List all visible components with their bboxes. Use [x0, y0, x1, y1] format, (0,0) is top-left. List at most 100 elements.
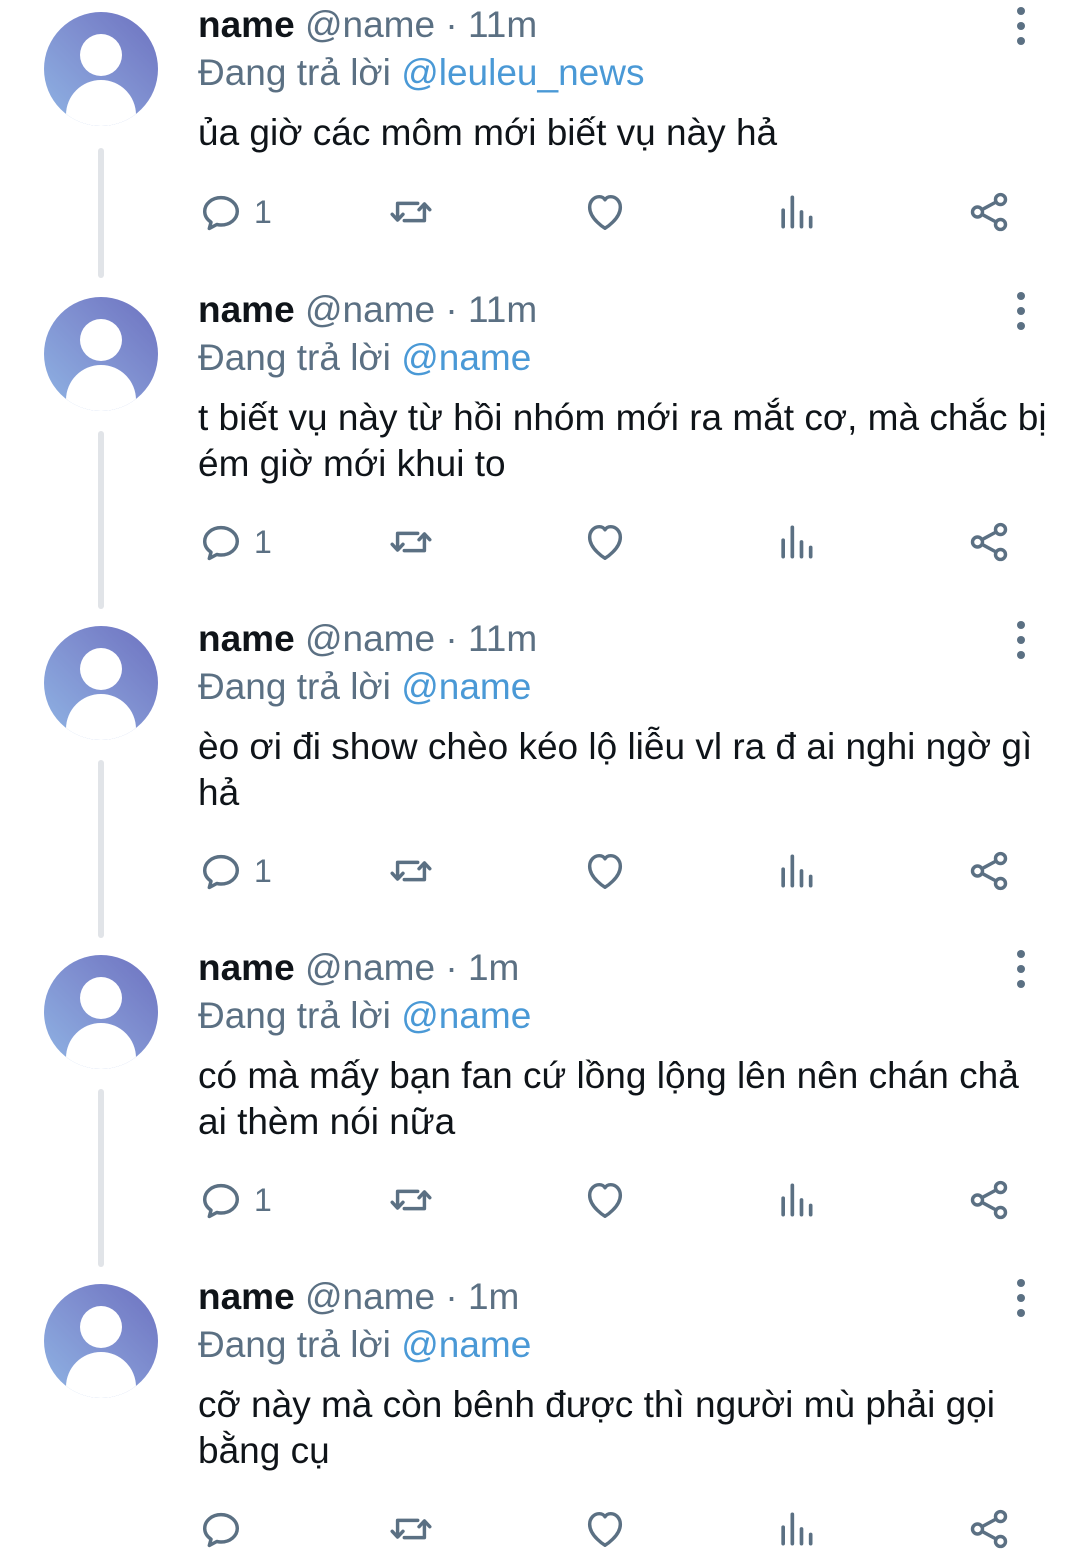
retweet-button[interactable]: [386, 848, 436, 894]
author-name[interactable]: name: [198, 1276, 295, 1317]
reply-button[interactable]: 1: [198, 848, 272, 894]
replying-to-mention[interactable]: @name: [401, 337, 531, 378]
timestamp[interactable]: 1m: [468, 947, 519, 988]
heart-icon: [582, 1177, 628, 1223]
tweet[interactable]: name @name · 11m Đang trả lời @leuleu_ne…: [0, 0, 1080, 290]
replying-to: Đang trả lời @name: [198, 335, 531, 381]
reply-button[interactable]: 1: [198, 189, 272, 235]
timestamp[interactable]: 11m: [468, 4, 537, 45]
speech-bubble-icon: [198, 189, 244, 235]
tweet-header: name @name · 1m: [198, 1274, 519, 1320]
tweet[interactable]: name @name · 1m Đang trả lời @name cỡ nà…: [0, 1272, 1080, 1556]
avatar[interactable]: [44, 1284, 158, 1398]
retweet-icon: [386, 519, 436, 565]
retweet-button[interactable]: [386, 189, 436, 235]
speech-bubble-icon: [198, 1177, 244, 1223]
like-button[interactable]: [582, 848, 628, 894]
separator-dot: ·: [445, 289, 458, 330]
replying-to-prefix: Đang trả lời: [198, 52, 391, 93]
share-button[interactable]: [966, 1177, 1012, 1223]
more-options-icon[interactable]: [1008, 620, 1034, 660]
speech-bubble-icon: [198, 519, 244, 565]
reply-button[interactable]: 1: [198, 1177, 272, 1223]
share-button[interactable]: [966, 848, 1012, 894]
replying-to-mention[interactable]: @leuleu_news: [401, 52, 644, 93]
replying-to-prefix: Đang trả lời: [198, 995, 391, 1036]
heart-icon: [582, 519, 628, 565]
share-button[interactable]: [966, 189, 1012, 235]
bar-chart-icon: [774, 848, 818, 894]
avatar[interactable]: [44, 297, 158, 411]
tweet[interactable]: name @name · 11m Đang trả lời @name t bi…: [0, 285, 1080, 615]
retweet-button[interactable]: [386, 1177, 436, 1223]
replying-to-mention[interactable]: @name: [401, 1324, 531, 1365]
tweet-actions: 1: [198, 848, 1018, 894]
views-button[interactable]: [774, 519, 818, 565]
thread-line: [98, 431, 104, 609]
heart-icon: [582, 189, 628, 235]
avatar[interactable]: [44, 12, 158, 126]
thread-line: [98, 1089, 104, 1267]
bar-chart-icon: [774, 189, 818, 235]
tweet-text: èo ơi đi show chèo kéo lộ liễu vl ra đ a…: [198, 726, 1033, 813]
bar-chart-icon: [774, 519, 818, 565]
thread-line: [98, 760, 104, 938]
replying-to-mention[interactable]: @name: [401, 995, 531, 1036]
separator-dot: ·: [445, 4, 458, 45]
like-button[interactable]: [582, 519, 628, 565]
views-button[interactable]: [774, 1177, 818, 1223]
like-button[interactable]: [582, 189, 628, 235]
retweet-icon: [386, 848, 436, 894]
tweet-header: name @name · 1m: [198, 945, 519, 991]
author-handle[interactable]: @name: [305, 947, 435, 988]
separator-dot: ·: [445, 947, 458, 988]
retweet-icon: [386, 189, 436, 235]
reply-count: 1: [254, 193, 272, 230]
tweet-text: t biết vụ này từ hồi nhóm mới ra mắt cơ,…: [198, 397, 1047, 484]
share-icon: [966, 1506, 1012, 1552]
more-options-icon[interactable]: [1008, 1278, 1034, 1318]
retweet-button[interactable]: [386, 1506, 436, 1552]
author-handle[interactable]: @name: [305, 289, 435, 330]
timestamp[interactable]: 11m: [468, 618, 537, 659]
replying-to: Đang trả lời @name: [198, 664, 531, 710]
avatar[interactable]: [44, 955, 158, 1069]
timestamp[interactable]: 11m: [468, 289, 537, 330]
author-handle[interactable]: @name: [305, 618, 435, 659]
author-handle[interactable]: @name: [305, 1276, 435, 1317]
replying-to-prefix: Đang trả lời: [198, 1324, 391, 1365]
replying-to-prefix: Đang trả lời: [198, 666, 391, 707]
author-name[interactable]: name: [198, 289, 295, 330]
more-options-icon[interactable]: [1008, 291, 1034, 331]
like-button[interactable]: [582, 1177, 628, 1223]
views-button[interactable]: [774, 848, 818, 894]
reply-button[interactable]: [198, 1506, 254, 1552]
reply-count: 1: [254, 852, 272, 889]
timestamp[interactable]: 1m: [468, 1276, 519, 1317]
views-button[interactable]: [774, 1506, 818, 1552]
author-name[interactable]: name: [198, 4, 295, 45]
author-name[interactable]: name: [198, 618, 295, 659]
author-name[interactable]: name: [198, 947, 295, 988]
replying-to-mention[interactable]: @name: [401, 666, 531, 707]
tweet-header: name @name · 11m: [198, 287, 537, 333]
like-button[interactable]: [582, 1506, 628, 1552]
share-button[interactable]: [966, 519, 1012, 565]
reply-count: 1: [254, 1181, 272, 1218]
more-options-icon[interactable]: [1008, 949, 1034, 989]
tweet-text: cỡ này mà còn bênh được thì người mù phả…: [198, 1384, 995, 1471]
views-button[interactable]: [774, 189, 818, 235]
tweet[interactable]: name @name · 1m Đang trả lời @name có mà…: [0, 943, 1080, 1273]
more-options-icon[interactable]: [1008, 6, 1034, 46]
avatar[interactable]: [44, 626, 158, 740]
separator-dot: ·: [445, 618, 458, 659]
tweet[interactable]: name @name · 11m Đang trả lời @name èo ơ…: [0, 614, 1080, 944]
reply-button[interactable]: 1: [198, 519, 272, 565]
retweet-button[interactable]: [386, 519, 436, 565]
replying-to-prefix: Đang trả lời: [198, 337, 391, 378]
share-icon: [966, 1177, 1012, 1223]
author-handle[interactable]: @name: [305, 4, 435, 45]
retweet-icon: [386, 1177, 436, 1223]
share-button[interactable]: [966, 1506, 1012, 1552]
tweet-actions: [198, 1506, 1018, 1552]
